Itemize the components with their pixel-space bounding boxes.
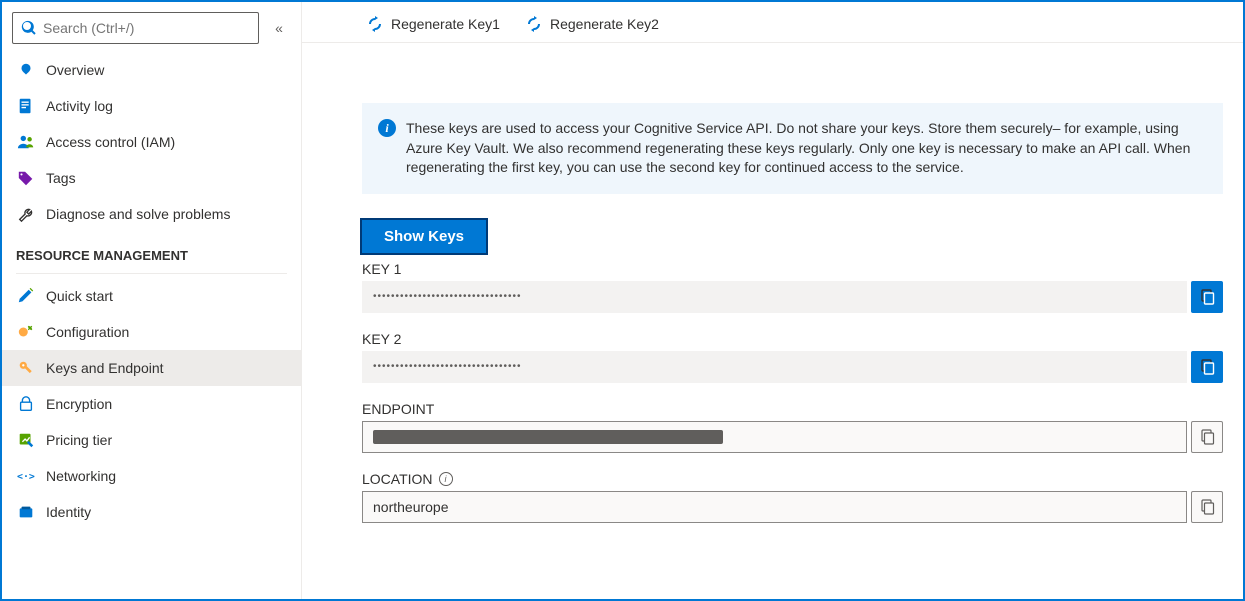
sidebar-item-keys-endpoint[interactable]: Keys and Endpoint	[2, 350, 301, 386]
sidebar-item-networking[interactable]: <·> Networking	[2, 458, 301, 494]
main-content: Regenerate Key1 Regenerate Key2 i These …	[302, 2, 1243, 599]
endpoint-field: ENDPOINT	[362, 401, 1223, 453]
svg-text:<·>: <·>	[17, 472, 35, 483]
sidebar-item-label: Keys and Endpoint	[46, 360, 164, 376]
sidebar-item-label: Networking	[46, 468, 116, 484]
key2-value[interactable]: •••••••••••••••••••••••••••••••••	[362, 351, 1187, 383]
sidebar-item-configuration[interactable]: Configuration	[2, 314, 301, 350]
toolbar-label: Regenerate Key1	[391, 16, 500, 32]
sidebar: « Overview Activity log Access control (…	[2, 2, 302, 599]
sidebar-item-overview[interactable]: Overview	[2, 52, 301, 88]
location-label: LOCATION i	[362, 471, 1223, 487]
toolbar: Regenerate Key1 Regenerate Key2	[302, 2, 1243, 43]
sidebar-item-quick-start[interactable]: Quick start	[2, 278, 301, 314]
key1-label: KEY 1	[362, 261, 1223, 277]
toolbar-label: Regenerate Key2	[550, 16, 659, 32]
diagnose-icon	[16, 204, 36, 224]
sidebar-item-label: Pricing tier	[46, 432, 112, 448]
configuration-icon	[16, 322, 36, 342]
key1-value[interactable]: •••••••••••••••••••••••••••••••••	[362, 281, 1187, 313]
activity-log-icon	[16, 96, 36, 116]
sidebar-divider	[16, 273, 287, 274]
content-area: i These keys are used to access your Cog…	[302, 43, 1243, 599]
sidebar-item-label: Tags	[46, 170, 76, 186]
tags-icon	[16, 168, 36, 188]
collapse-sidebar-button[interactable]: «	[267, 20, 291, 36]
copy-key1-button[interactable]	[1191, 281, 1223, 313]
location-field: LOCATION i northeurope	[362, 471, 1223, 523]
sidebar-section-resource-mgmt: RESOURCE MANAGEMENT	[2, 232, 301, 269]
location-value[interactable]: northeurope	[362, 491, 1187, 523]
copy-icon	[1199, 289, 1215, 305]
networking-icon: <·>	[16, 466, 36, 486]
sidebar-item-activity-log[interactable]: Activity log	[2, 88, 301, 124]
copy-endpoint-button[interactable]	[1191, 421, 1223, 453]
info-icon: i	[378, 119, 396, 137]
identity-icon	[16, 502, 36, 522]
sidebar-item-identity[interactable]: Identity	[2, 494, 301, 530]
sidebar-item-access-control[interactable]: Access control (IAM)	[2, 124, 301, 160]
sidebar-item-label: Identity	[46, 504, 91, 520]
redacted-text	[373, 430, 723, 444]
refresh-icon	[367, 16, 383, 32]
copy-icon	[1199, 499, 1215, 515]
copy-location-button[interactable]	[1191, 491, 1223, 523]
sidebar-item-label: Activity log	[46, 98, 113, 114]
show-keys-button[interactable]: Show Keys	[362, 220, 486, 253]
search-icon	[21, 20, 37, 36]
sidebar-item-label: Encryption	[46, 396, 112, 412]
access-control-icon	[16, 132, 36, 152]
sidebar-item-label: Diagnose and solve problems	[46, 206, 230, 222]
sidebar-item-label: Quick start	[46, 288, 113, 304]
copy-icon	[1199, 359, 1215, 375]
search-text[interactable]	[43, 20, 250, 36]
key2-label: KEY 2	[362, 331, 1223, 347]
sidebar-item-label: Overview	[46, 62, 104, 78]
sidebar-item-diagnose[interactable]: Diagnose and solve problems	[2, 196, 301, 232]
info-icon[interactable]: i	[439, 472, 453, 486]
info-banner: i These keys are used to access your Cog…	[362, 103, 1223, 194]
refresh-icon	[526, 16, 542, 32]
sidebar-item-pricing-tier[interactable]: Pricing tier	[2, 422, 301, 458]
quick-start-icon	[16, 286, 36, 306]
regenerate-key1-button[interactable]: Regenerate Key1	[367, 16, 500, 32]
sidebar-item-tags[interactable]: Tags	[2, 160, 301, 196]
sidebar-header: «	[2, 2, 301, 52]
overview-icon	[16, 60, 36, 80]
sidebar-scroll[interactable]: Overview Activity log Access control (IA…	[2, 52, 301, 599]
endpoint-label: ENDPOINT	[362, 401, 1223, 417]
sidebar-item-encryption[interactable]: Encryption	[2, 386, 301, 422]
search-input[interactable]	[12, 12, 259, 44]
endpoint-value[interactable]	[362, 421, 1187, 453]
key1-field: KEY 1 •••••••••••••••••••••••••••••••••	[362, 261, 1223, 313]
copy-key2-button[interactable]	[1191, 351, 1223, 383]
pricing-icon	[16, 430, 36, 450]
sidebar-item-label: Configuration	[46, 324, 129, 340]
regenerate-key2-button[interactable]: Regenerate Key2	[526, 16, 659, 32]
key2-field: KEY 2 •••••••••••••••••••••••••••••••••	[362, 331, 1223, 383]
info-text: These keys are used to access your Cogni…	[406, 119, 1203, 178]
copy-icon	[1199, 429, 1215, 445]
sidebar-item-label: Access control (IAM)	[46, 134, 175, 150]
encryption-icon	[16, 394, 36, 414]
keys-icon	[16, 358, 36, 378]
